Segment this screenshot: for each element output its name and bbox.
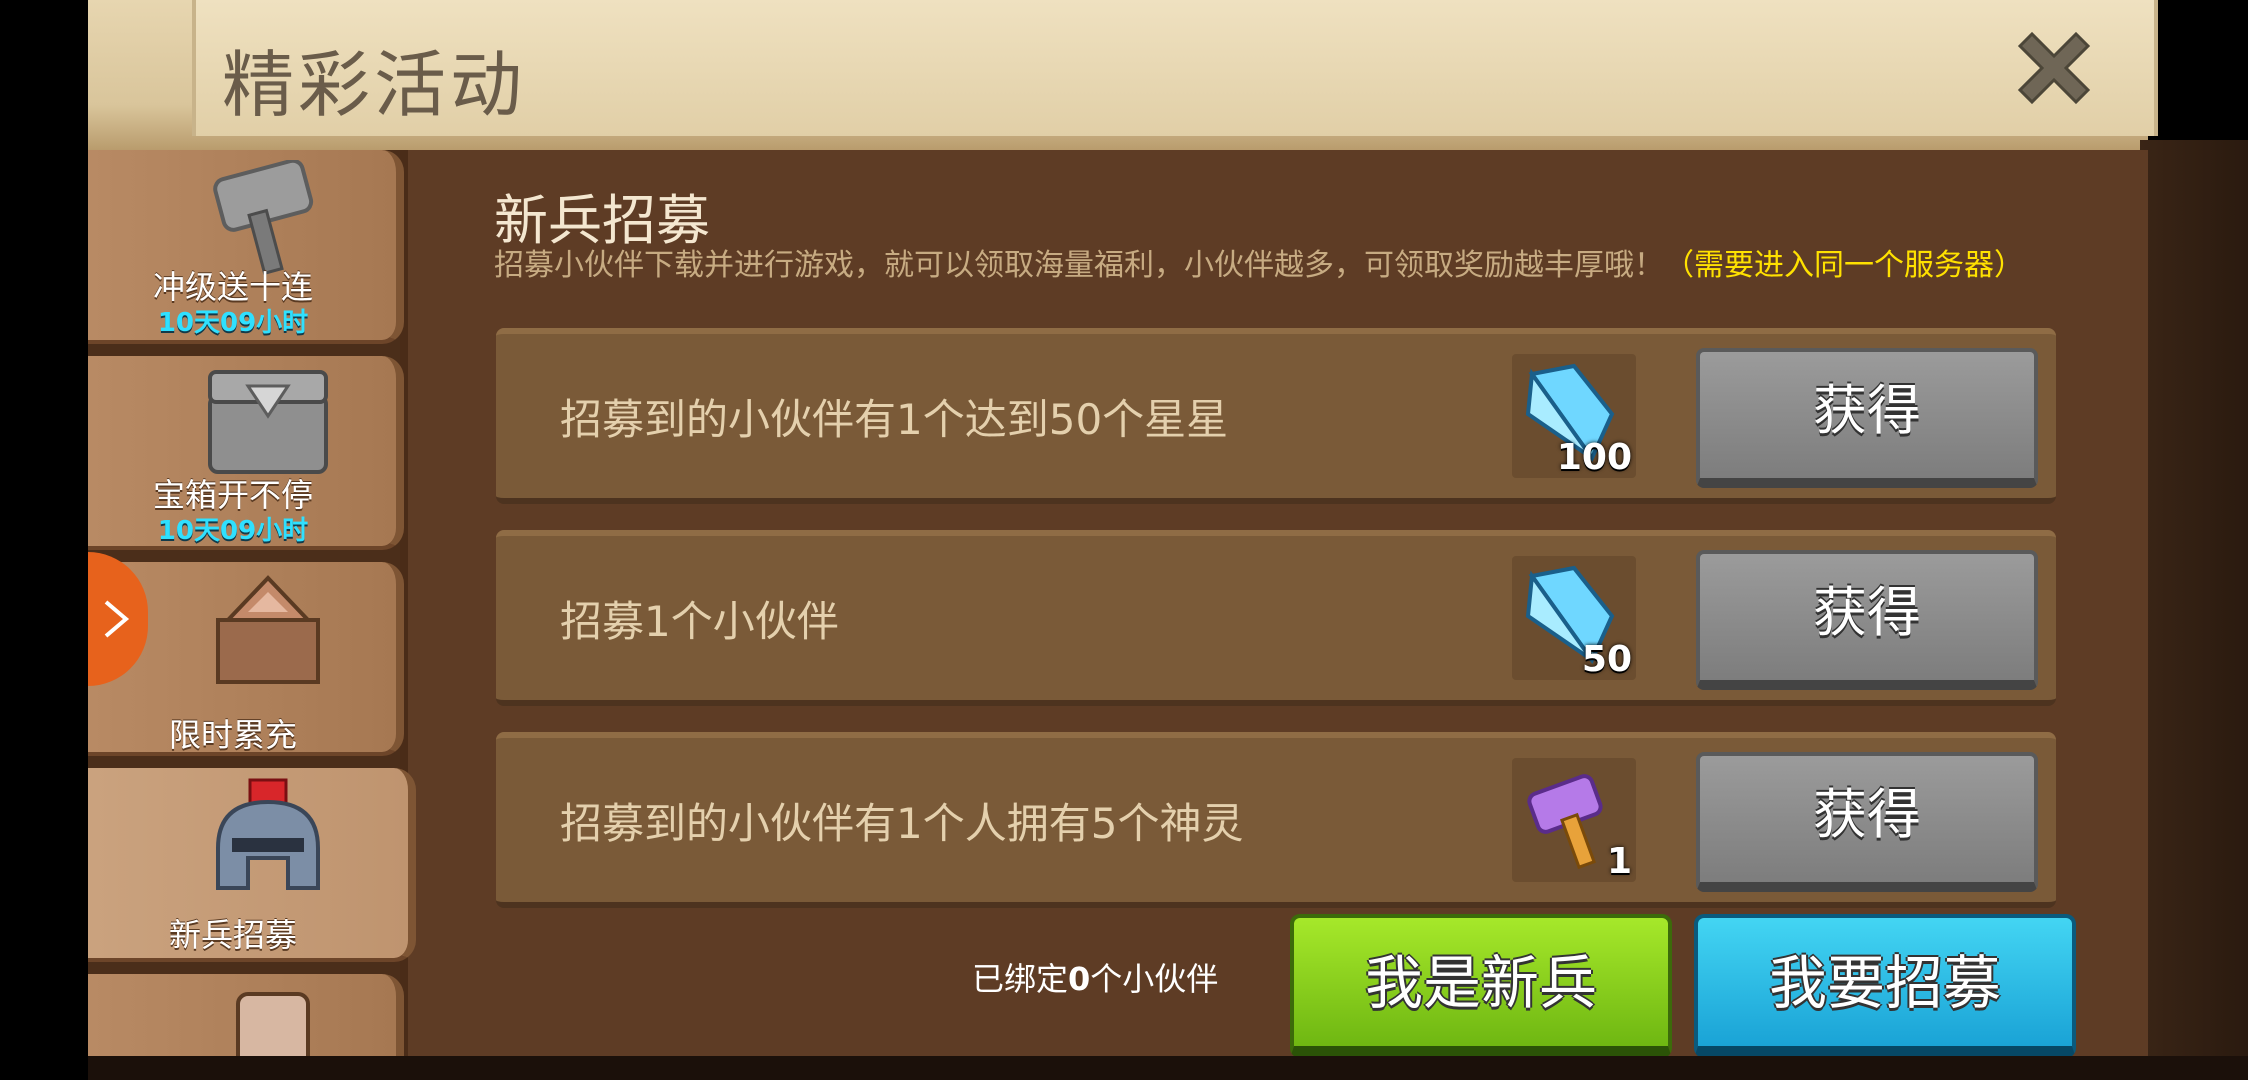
bottom-bar bbox=[88, 1056, 2248, 1080]
crate-icon bbox=[216, 575, 320, 684]
description-highlight: （需要进入同一个服务器） bbox=[1664, 248, 2024, 283]
chest-icon bbox=[208, 370, 328, 474]
reward-item: 1 bbox=[1512, 758, 1636, 882]
newbie-button[interactable]: 我是新兵 bbox=[1290, 914, 1672, 1058]
claim-button[interactable]: 获得 bbox=[1696, 752, 2038, 892]
tab-chest[interactable]: 宝箱开不停 10天09小时 bbox=[88, 356, 404, 550]
newbie-button-label: 我是新兵 bbox=[1364, 949, 1597, 1017]
task-row: 招募到的小伙伴有1个人拥有5个神灵 1 获得 bbox=[496, 732, 2056, 908]
task-text: 招募1个小伙伴 bbox=[560, 597, 839, 646]
bound-prefix: 已绑定 bbox=[972, 960, 1069, 998]
reward-count: 50 bbox=[1581, 639, 1632, 680]
bound-count: 0 bbox=[1068, 960, 1091, 998]
description-text: 招募小伙伴下载并进行游戏，就可以领取海量福利，小伙伴越多，可领取奖励越丰厚哦！ bbox=[494, 248, 1664, 283]
tab-timer: 10天09小时 bbox=[157, 516, 309, 546]
reward-count: 1 bbox=[1606, 841, 1632, 882]
page-title: 精彩活动 bbox=[222, 43, 527, 127]
claim-button-label: 获得 bbox=[1813, 783, 1921, 846]
reward-item: 50 bbox=[1512, 556, 1636, 680]
recruit-button-label: 我要招募 bbox=[1768, 949, 2001, 1017]
frame-right bbox=[2140, 140, 2248, 1080]
game-screen: 精彩活动 冲级送十连 10天09小时 宝箱开不停 10天09小时 限时累充 新兵… bbox=[0, 0, 2248, 1080]
chevron-right-icon bbox=[104, 600, 130, 638]
tab-label: 限时累充 bbox=[168, 716, 297, 754]
tab-label: 新兵招募 bbox=[168, 916, 297, 954]
bound-status: 已绑定0个小伙伴 bbox=[972, 954, 1218, 1000]
task-row: 招募到的小伙伴有1个达到50个星星 100 获得 bbox=[496, 328, 2056, 504]
section-description: 招募小伙伴下载并进行游戏，就可以领取海量福利，小伙伴越多，可领取奖励越丰厚哦！（… bbox=[494, 240, 2024, 284]
reward-item: 100 bbox=[1512, 354, 1636, 478]
task-row: 招募1个小伙伴 50 获得 bbox=[496, 530, 2056, 706]
task-text: 招募到的小伙伴有1个人拥有5个神灵 bbox=[560, 799, 1244, 848]
tab-level-up[interactable]: 冲级送十连 10天09小时 bbox=[88, 150, 404, 344]
bound-suffix: 个小伙伴 bbox=[1090, 960, 1219, 998]
expand-tab[interactable] bbox=[88, 552, 148, 686]
tab-recruit[interactable]: 新兵招募 bbox=[88, 768, 416, 962]
claim-button[interactable]: 获得 bbox=[1696, 550, 2038, 690]
close-icon bbox=[2017, 31, 2091, 105]
claim-button-label: 获得 bbox=[1813, 581, 1921, 644]
tab-timer: 10天09小时 bbox=[157, 308, 309, 338]
left-bar bbox=[0, 0, 88, 1080]
helmet-icon bbox=[216, 778, 320, 890]
close-button[interactable] bbox=[2006, 20, 2102, 116]
reward-count: 100 bbox=[1556, 437, 1632, 478]
claim-button[interactable]: 获得 bbox=[1696, 348, 2038, 488]
task-text: 招募到的小伙伴有1个达到50个星星 bbox=[560, 395, 1229, 444]
recruit-button[interactable]: 我要招募 bbox=[1694, 914, 2076, 1058]
claim-button-label: 获得 bbox=[1813, 379, 1921, 442]
